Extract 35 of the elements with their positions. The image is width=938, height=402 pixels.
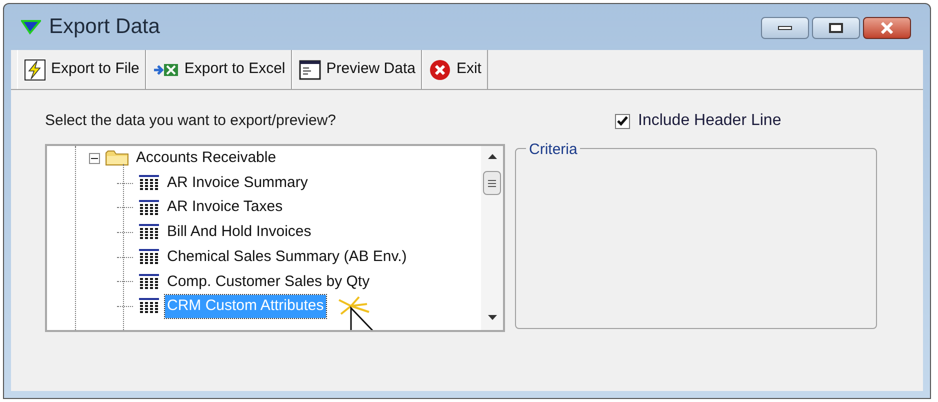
excel-export-icon [153, 62, 180, 78]
scroll-down-icon[interactable] [488, 315, 496, 320]
toolbar-button[interactable]: Export to Excel [146, 50, 292, 89]
table-icon [138, 248, 160, 266]
table-icon [138, 198, 160, 217]
tree-item[interactable]: AR Invoice Taxes [165, 196, 285, 219]
folder-icon [105, 149, 129, 168]
tree-item[interactable]: AR Invoice Summary [165, 172, 310, 194]
prompt-text: Select the data you want to export/preview? [45, 111, 338, 131]
tree-item[interactable]: Accounts Receivable [134, 147, 278, 170]
table-icon [138, 174, 160, 192]
maximize-button[interactable] [812, 17, 860, 39]
collapse-toggle[interactable] [89, 152, 100, 164]
table-icon [138, 272, 160, 291]
window-title: Export Data [49, 14, 160, 40]
checkbox[interactable] [615, 114, 630, 128]
tree-item[interactable]: Bill And Hold Invoices [165, 221, 314, 244]
tree-item[interactable]: Chemical Sales Summary (AB Env.) [165, 246, 409, 268]
close-icon [880, 22, 894, 34]
checkbox-label[interactable]: Include Header Line [638, 109, 782, 133]
minimize-button[interactable] [761, 17, 809, 39]
app-logo-icon [21, 19, 41, 35]
scrollbar[interactable] [481, 146, 503, 330]
window-icon [299, 60, 322, 80]
table-icon [138, 297, 160, 316]
close-button[interactable] [863, 17, 911, 39]
scroll-thumb[interactable] [483, 171, 501, 195]
toolbar-button[interactable]: Export to File [17, 50, 146, 89]
lightning-icon [24, 58, 46, 80]
close-circle-icon [429, 58, 452, 80]
table-icon [138, 223, 160, 242]
tree-item[interactable]: Comp. Customer Sales by Qty [165, 270, 372, 294]
toolbar-button[interactable]: Preview Data [292, 50, 422, 89]
toolbar-button[interactable]: Exit [422, 50, 488, 89]
scroll-up-icon[interactable] [488, 154, 496, 159]
